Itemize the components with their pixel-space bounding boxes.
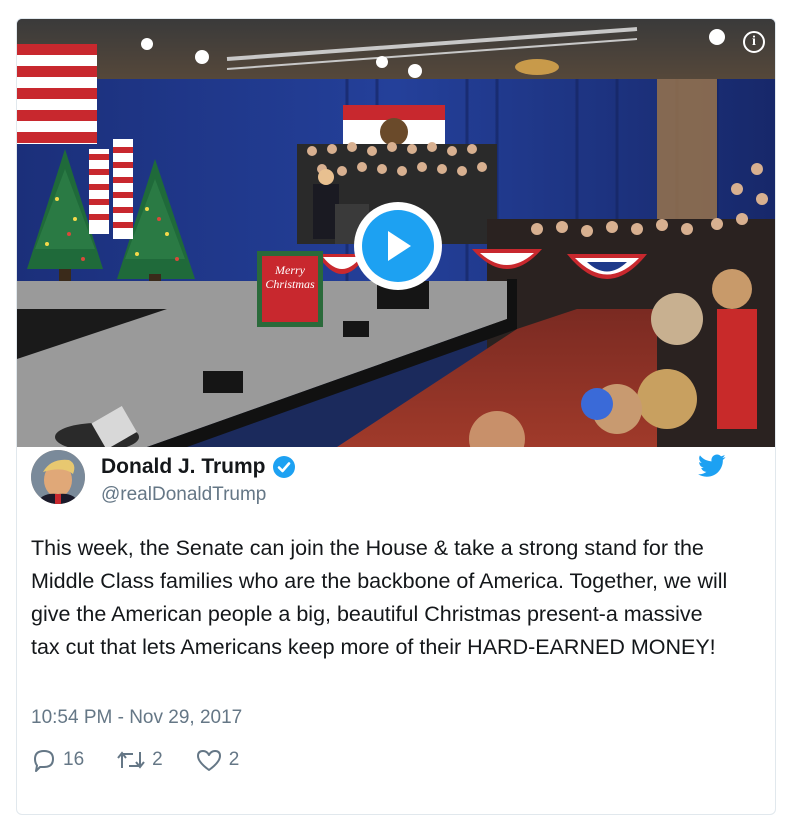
retweet-button[interactable]: 2 [116, 747, 163, 773]
author-name[interactable]: Donald J. Trump [101, 455, 296, 479]
author-name-text: Donald J. Trump [101, 455, 266, 478]
play-button[interactable] [354, 202, 442, 290]
like-button[interactable]: 2 [195, 747, 240, 773]
reply-count: 16 [63, 749, 85, 770]
info-glyph: i [752, 34, 756, 49]
tweet-card: Merry Christmas i [16, 18, 776, 815]
tweet-text: This week, the Senate can join the House… [31, 536, 728, 659]
retweet-icon [116, 747, 146, 773]
tweet-header: Donald J. Trump @realDonaldTrump [31, 450, 731, 510]
play-icon [362, 210, 434, 282]
reply-icon [31, 747, 57, 773]
verified-badge-icon [272, 455, 296, 479]
twitter-bird-icon[interactable] [698, 454, 726, 483]
tweet-timestamp[interactable]: 10:54 PM - Nov 29, 2017 [31, 707, 242, 729]
avatar[interactable] [31, 450, 85, 504]
like-icon [195, 747, 223, 773]
info-icon[interactable]: i [743, 31, 765, 53]
sign-line-2: Christmas [265, 277, 315, 291]
retweet-count: 2 [152, 749, 163, 770]
merry-christmas-sign: Merry Christmas [262, 263, 318, 291]
like-count: 2 [228, 749, 240, 770]
sign-line-1: Merry [275, 263, 305, 277]
tweet-actions: 16 2 2 [31, 747, 271, 773]
author-handle[interactable]: @realDonaldTrump [101, 484, 266, 506]
reply-button[interactable]: 16 [31, 747, 84, 773]
video-thumbnail[interactable]: Merry Christmas i [17, 19, 775, 447]
